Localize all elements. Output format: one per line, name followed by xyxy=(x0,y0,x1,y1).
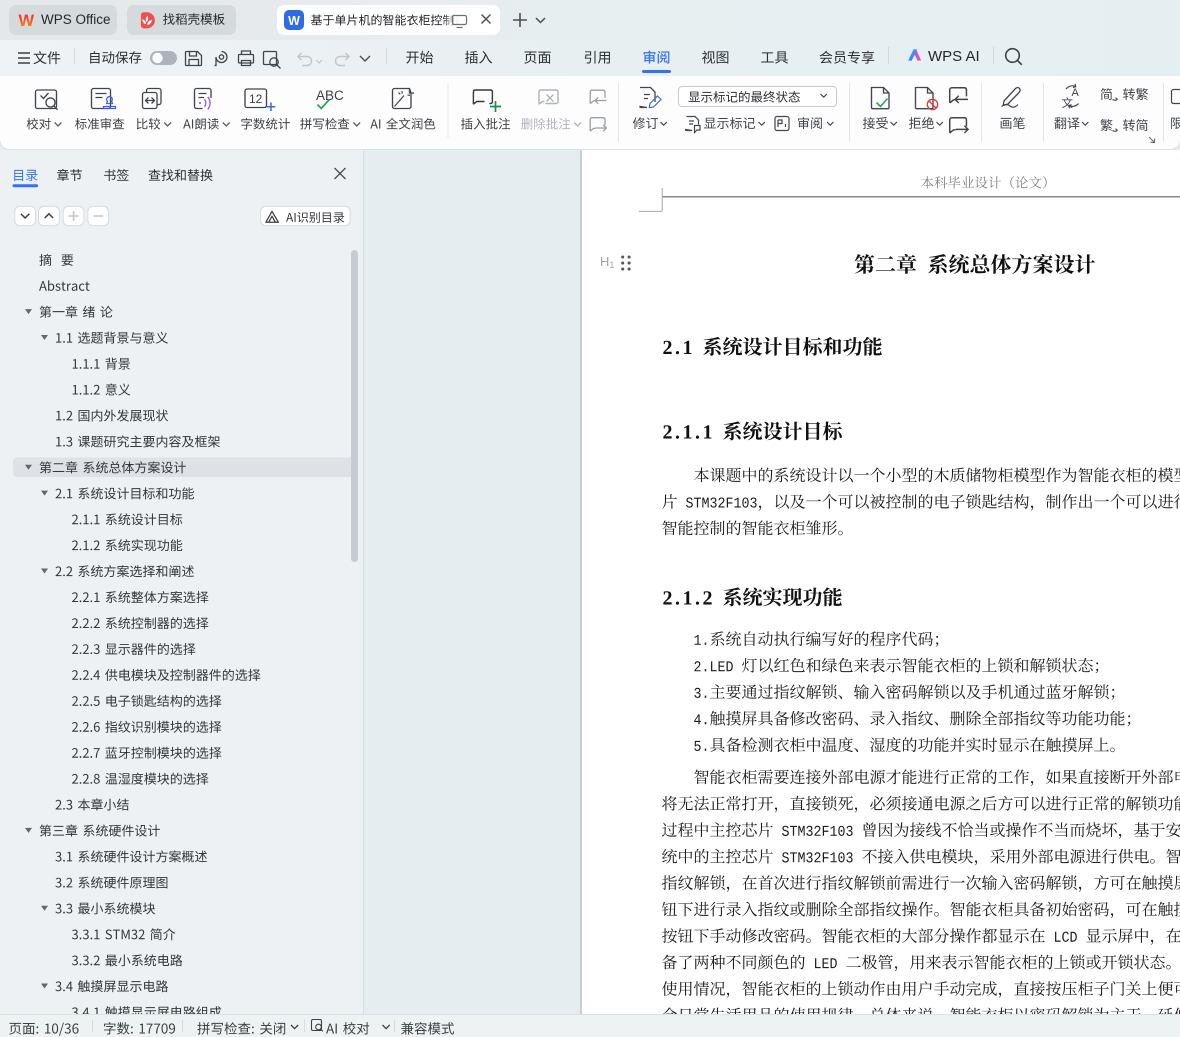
svg-text:ABC: ABC xyxy=(316,88,344,103)
svg-text:12: 12 xyxy=(249,92,263,106)
svg-text:H1: H1 xyxy=(600,254,614,270)
svg-text:A: A xyxy=(1072,87,1080,99)
svg-text:W: W xyxy=(288,14,300,28)
